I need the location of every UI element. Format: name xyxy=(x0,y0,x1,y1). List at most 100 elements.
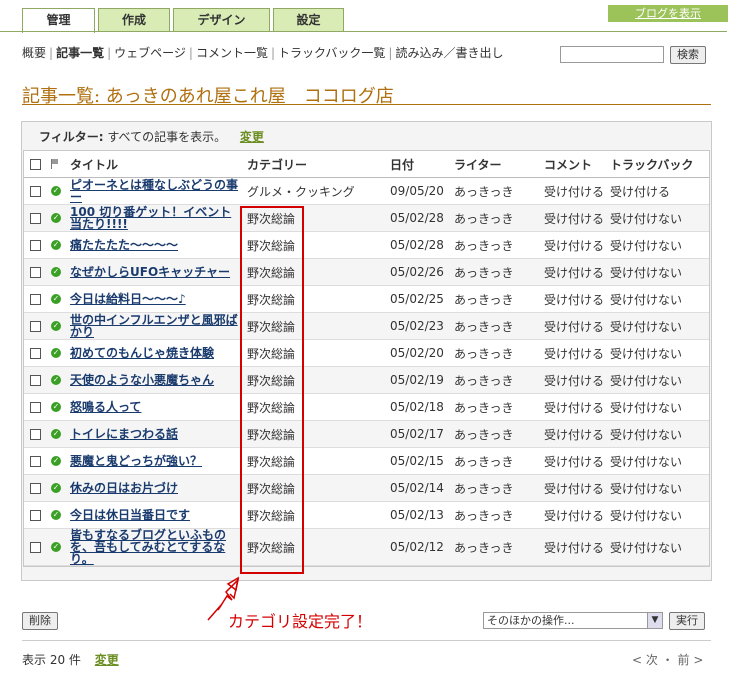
row-checkbox[interactable] xyxy=(30,340,41,366)
entry-comment-status: 受け付ける xyxy=(544,475,604,501)
entry-title-link-text[interactable]: なぜかしらUFOキャッチャー xyxy=(70,266,238,278)
entry-writer-text: あっきっき xyxy=(454,540,514,555)
entry-writer: あっきっき xyxy=(454,259,514,285)
entry-title-link-text[interactable]: 今日は休日当番日です xyxy=(70,509,238,521)
nav-entries[interactable]: 記事一覧 xyxy=(56,44,104,61)
row-checkbox[interactable] xyxy=(30,313,41,339)
nav-webpages[interactable]: ウェブページ xyxy=(114,44,186,61)
entry-date: 05/02/13 xyxy=(390,502,444,528)
row-checkbox[interactable] xyxy=(30,259,41,285)
entry-trackback-status-text: 受け付けない xyxy=(610,346,683,361)
pager[interactable]: < 次 ・ 前 > xyxy=(632,651,703,668)
row-checkbox[interactable] xyxy=(30,394,41,420)
entry-title-link-text[interactable]: 痛たたたた～～～～ xyxy=(70,239,238,251)
entry-date-text: 05/02/18 xyxy=(390,400,444,414)
nav-overview[interactable]: 概要 xyxy=(22,44,46,61)
entry-title-link-text[interactable]: ピオーネとは種なしぶどうの事ー xyxy=(70,179,238,203)
tab-settings[interactable]: 設定 xyxy=(273,8,344,32)
entry-title-link-text[interactable]: 天使のような小悪魔ちゃん xyxy=(70,374,238,386)
row-checkbox[interactable] xyxy=(30,367,41,393)
select-all-checkbox[interactable] xyxy=(30,151,41,177)
nav-separator: | xyxy=(49,46,54,60)
row-checkbox[interactable] xyxy=(30,286,41,312)
execute-button[interactable]: 実行 xyxy=(669,612,705,630)
entry-comment-status: 受け付ける xyxy=(544,313,604,339)
entry-trackback-status: 受け付けない xyxy=(610,529,682,565)
delete-button[interactable]: 削除 xyxy=(22,612,58,630)
entry-date-text: 05/02/23 xyxy=(390,319,444,333)
published-icon: ✓ xyxy=(51,456,61,466)
column-writer[interactable]: ライター xyxy=(454,151,502,177)
entry-title-link-text[interactable]: 今日は給料日～～～♪ xyxy=(70,293,238,305)
entry-title-link[interactable]: 休みの日はお片づけ xyxy=(70,475,238,501)
column-title[interactable]: タイトル xyxy=(70,151,118,177)
entry-title-link-text[interactable]: 初めてのもんじゃ焼き体験 xyxy=(70,347,238,359)
entry-title-link[interactable]: 初めてのもんじゃ焼き体験 xyxy=(70,340,238,366)
search-button[interactable]: 検索 xyxy=(670,46,706,64)
row-checkbox[interactable] xyxy=(30,421,41,447)
entry-trackback-status: 受け付ける xyxy=(610,178,670,204)
tab-create[interactable]: 作成 xyxy=(98,8,170,32)
tab-manage[interactable]: 管理 xyxy=(22,8,95,33)
column-date[interactable]: 日付 xyxy=(390,151,414,177)
entry-comment-status: 受け付ける xyxy=(544,205,604,231)
nav-trackbacks[interactable]: トラックバック一覧 xyxy=(278,44,385,61)
entry-comment-status: 受け付ける xyxy=(544,502,604,528)
entry-title-link[interactable]: 悪魔と鬼どっちが強い？ xyxy=(70,448,238,474)
entry-comment-status-text: 受け付ける xyxy=(544,292,605,307)
count-change-link[interactable]: 変更 xyxy=(95,653,119,667)
column-category[interactable]: カテゴリー xyxy=(247,151,307,177)
published-icon: ✓ xyxy=(51,267,61,277)
entry-title-link[interactable]: 世の中インフルエンザと風邪ばかり xyxy=(70,313,238,339)
table-row: ✓ トイレにまつわる話 野次総論 05/02/17 あっきっき 受け付ける 受け付けない xyxy=(24,421,709,448)
category-highlight-box xyxy=(240,206,304,574)
view-blog-link[interactable]: ブログを表示 xyxy=(608,5,728,22)
row-checkbox[interactable] xyxy=(30,232,41,258)
row-checkbox[interactable] xyxy=(30,448,41,474)
entry-title-link[interactable]: 怒鳴る人って xyxy=(70,394,238,420)
entry-title-link[interactable]: 今日は休日当番日です xyxy=(70,502,238,528)
entry-title-link-text[interactable]: 100 切り番ゲット！イベント当たり!!!! xyxy=(70,206,238,230)
row-checkbox[interactable] xyxy=(30,529,41,565)
entry-title-link[interactable]: なぜかしらUFOキャッチャー xyxy=(70,259,238,285)
entry-title-link-text[interactable]: 悪魔と鬼どっちが強い？ xyxy=(70,455,238,467)
entry-date-text: 05/02/28 xyxy=(390,238,444,252)
row-checkbox[interactable] xyxy=(30,502,41,528)
entry-date: 05/02/18 xyxy=(390,394,444,420)
nav-separator: | xyxy=(107,46,112,60)
entry-title-link[interactable]: 天使のような小悪魔ちゃん xyxy=(70,367,238,393)
entry-title-link[interactable]: トイレにまつわる話 xyxy=(70,421,238,447)
column-comment[interactable]: コメント xyxy=(544,151,592,177)
nav-import-export[interactable]: 読み込み／書き出し xyxy=(395,44,503,61)
entry-title-link[interactable]: 今日は給料日～～～♪ xyxy=(70,286,238,312)
entry-writer: あっきっき xyxy=(454,205,514,231)
entry-title-link-text[interactable]: 皆もすなるブログといふものを、吾もしてみむとてするなり。 xyxy=(70,529,238,565)
entry-trackback-status-text: 受け付ける xyxy=(610,184,671,199)
entry-title-link-text[interactable]: 休みの日はお片づけ xyxy=(70,482,238,494)
entry-title-link[interactable]: 痛たたたた～～～～ xyxy=(70,232,238,258)
entry-trackback-status: 受け付けない xyxy=(610,340,682,366)
entry-comment-status-text: 受け付ける xyxy=(544,238,605,253)
entry-title-link[interactable]: ピオーネとは種なしぶどうの事ー xyxy=(70,178,238,204)
entry-title-link[interactable]: 皆もすなるブログといふものを、吾もしてみむとてするなり。 xyxy=(70,529,238,565)
filter-change-link[interactable]: 変更 xyxy=(240,130,264,144)
entry-title-link-text[interactable]: 怒鳴る人って xyxy=(70,401,238,413)
entry-comment-status: 受け付ける xyxy=(544,340,604,366)
search-input[interactable] xyxy=(560,46,664,63)
entry-date-text: 05/02/13 xyxy=(390,508,444,522)
entry-title-link[interactable]: 100 切り番ゲット！イベント当たり!!!! xyxy=(70,205,238,231)
entry-title-link-text[interactable]: 世の中インフルエンザと風邪ばかり xyxy=(70,314,238,338)
column-trackback[interactable]: トラックバック xyxy=(610,151,693,177)
entry-writer-text: あっきっき xyxy=(454,427,514,442)
entry-trackback-status-text: 受け付けない xyxy=(610,400,683,415)
published-icon: ✓ xyxy=(51,375,61,385)
nav-comments[interactable]: コメント一覧 xyxy=(196,44,268,61)
tab-design[interactable]: デザイン xyxy=(173,8,270,32)
entry-title-link-text[interactable]: トイレにまつわる話 xyxy=(70,428,238,440)
row-checkbox[interactable] xyxy=(30,205,41,231)
row-checkbox[interactable] xyxy=(30,475,41,501)
table-row: ✓ 痛たたたた～～～～ 野次総論 05/02/28 あっきっき 受け付ける 受け付けない xyxy=(24,232,709,259)
other-actions-select[interactable]: そのほかの操作... ▼ xyxy=(483,612,663,629)
table-row: ✓ 休みの日はお片づけ 野次総論 05/02/14 あっきっき 受け付ける 受け付けない xyxy=(24,475,709,502)
row-checkbox[interactable] xyxy=(30,178,41,204)
